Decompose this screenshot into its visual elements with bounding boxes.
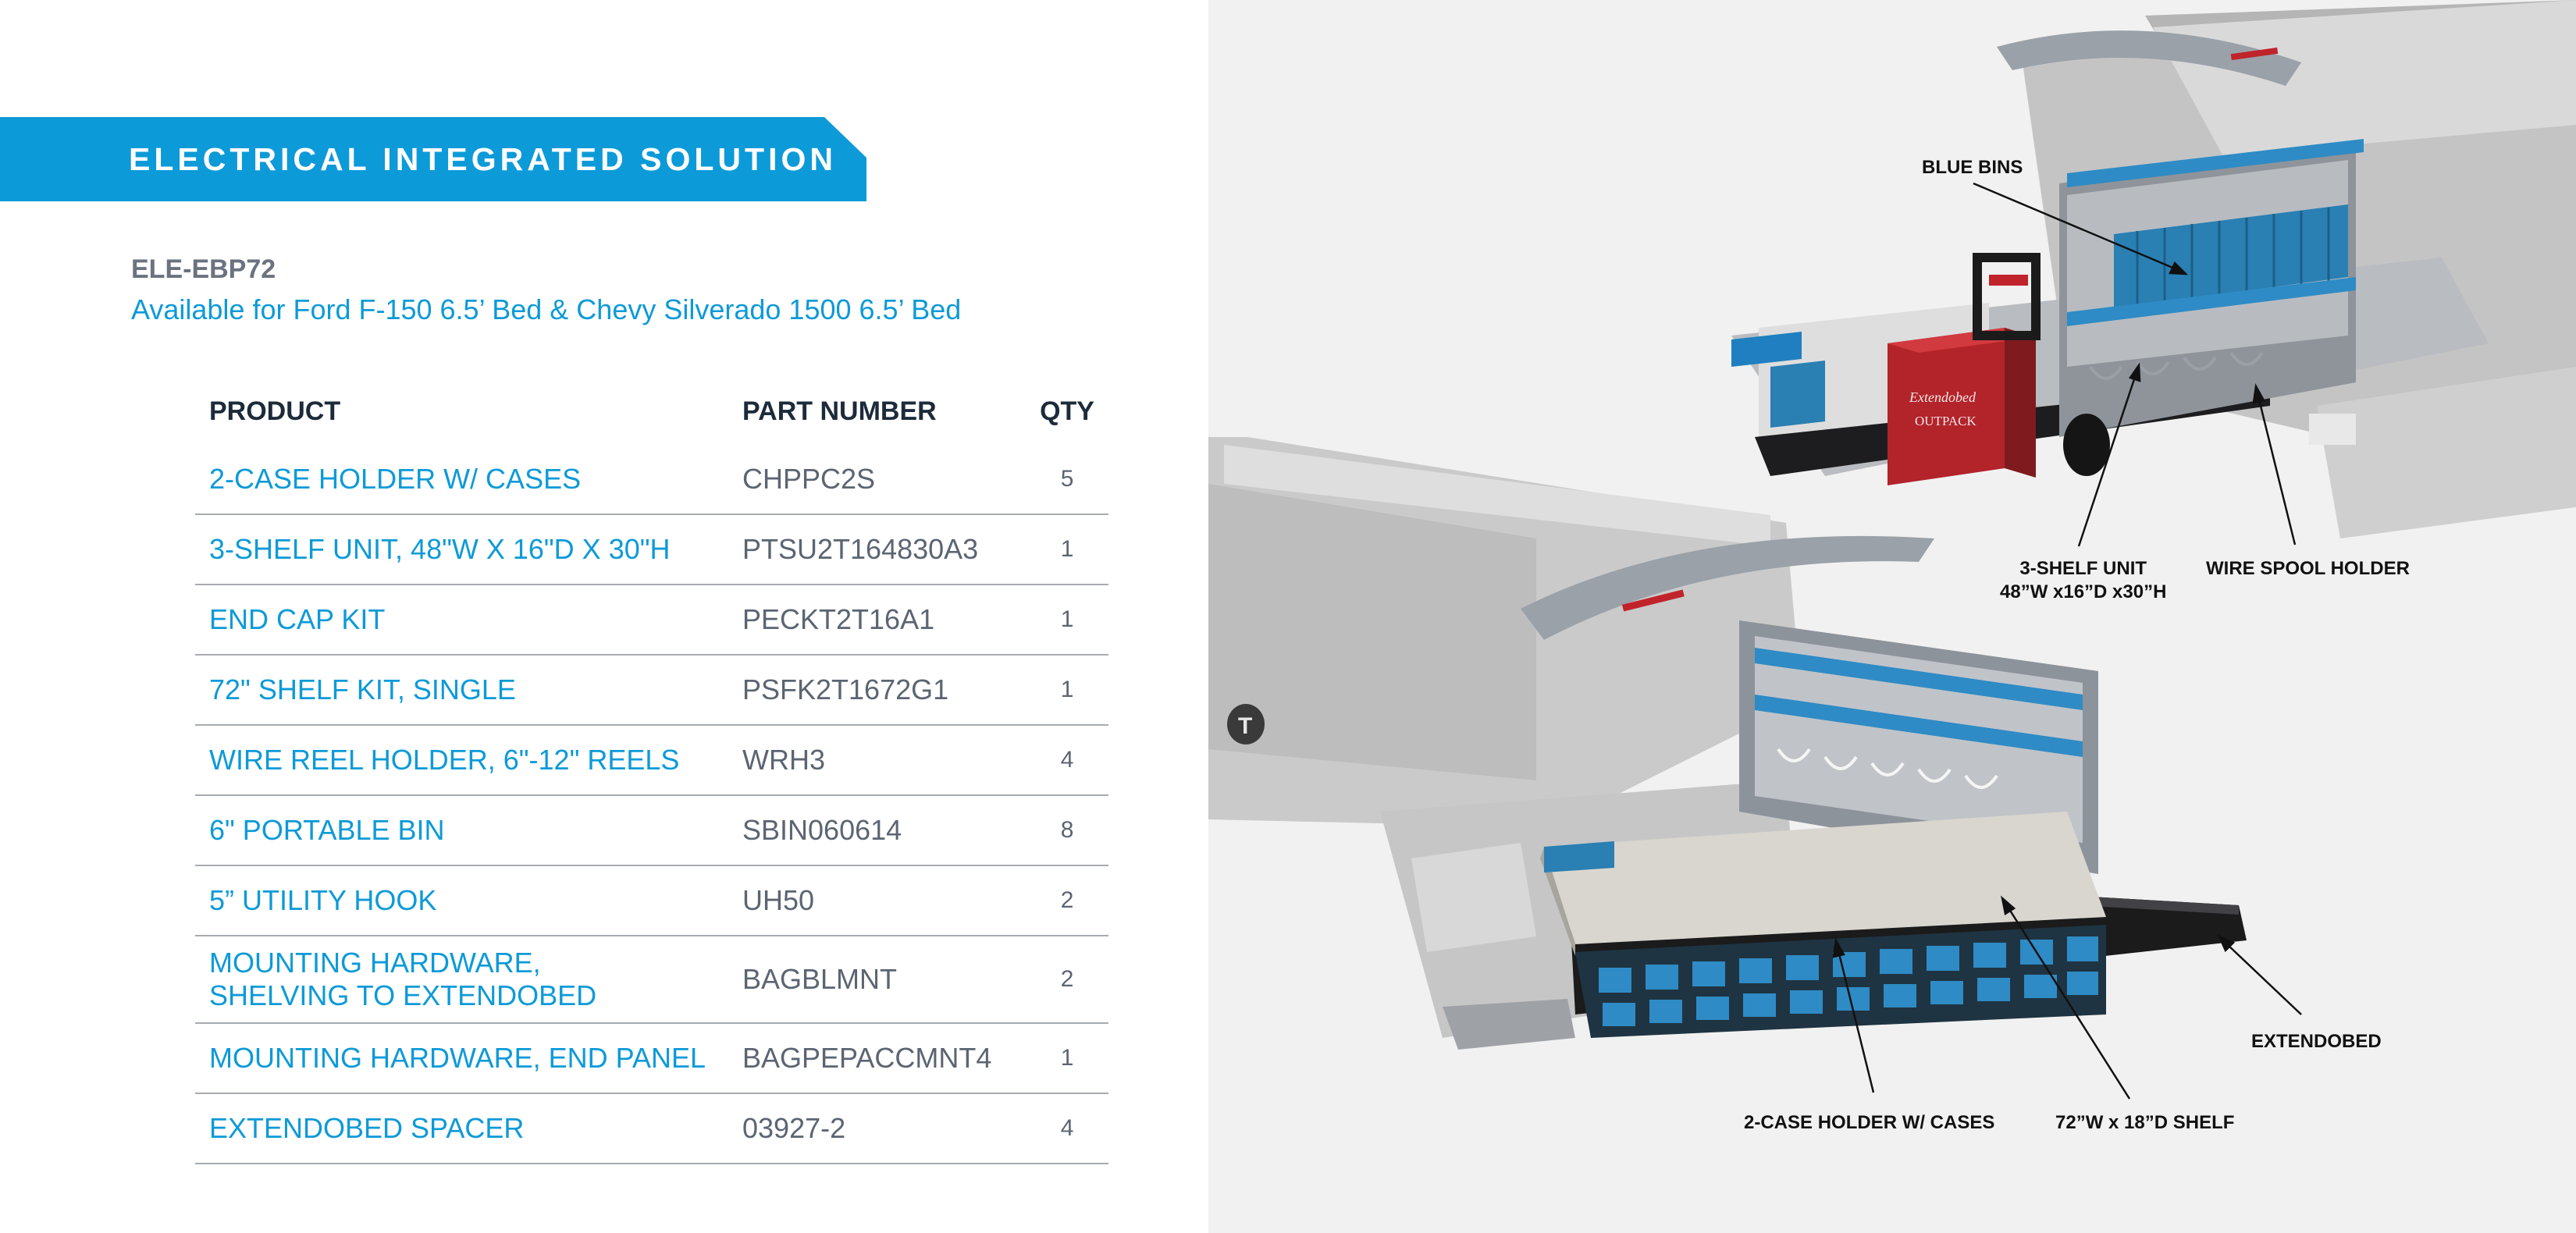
product-name: END CAP KIT xyxy=(209,603,386,635)
product-name-line-2: SHELVING TO EXTENDOBED xyxy=(209,979,597,1011)
case-model-text: OUTPACK xyxy=(1915,414,1976,428)
callout-72-shelf: 72”W x 18”D SHELF xyxy=(2055,1112,2235,1133)
part-number-cell: 03927-2 xyxy=(728,1093,1026,1164)
column-header-part-number: PART NUMBER xyxy=(742,396,937,426)
product-cell: 2-CASE HOLDER W/ CASES xyxy=(195,445,728,515)
part-number-cell: PECKT2T16A1 xyxy=(728,585,1026,656)
qty-cell: 4 xyxy=(1026,725,1108,796)
part-number-cell: PTSU2T164830A3 xyxy=(728,514,1026,585)
product-name: EXTENDOBED SPACER xyxy=(209,1112,525,1144)
product-cell: EXTENDOBED SPACER xyxy=(195,1093,728,1164)
product-name-line-1: MOUNTING HARDWARE, xyxy=(209,947,541,979)
part-number-cell: CHPPC2S xyxy=(728,445,1026,515)
truck-illustration-panel: Extendobed OUTPACK T BLUE BINS 3-SHELF U… xyxy=(1208,0,2576,1233)
qty-cell: 2 xyxy=(1026,936,1108,1024)
part-number-cell: PSFK2T1672G1 xyxy=(728,655,1026,726)
table-row: MOUNTING HARDWARE, END PANEL BAGPEPACCMN… xyxy=(195,1023,1108,1094)
product-name: 3-SHELF UNIT, 48"W X 16"D X 30"H xyxy=(209,533,671,565)
product-name: WIRE REEL HOLDER, 6"-12" REELS xyxy=(209,744,680,776)
qty-cell: 2 xyxy=(1026,865,1108,936)
table-row: 3-SHELF UNIT, 48"W X 16"D X 30"H PTSU2T1… xyxy=(195,514,1108,585)
qty-cell: 1 xyxy=(1026,655,1108,726)
case-brand-text: Extendobed xyxy=(1909,389,1976,405)
table-row: 6" PORTABLE BIN SBIN060614 8 xyxy=(195,795,1108,866)
table-row: MOUNTING HARDWARE, SHELVING TO EXTENDOBE… xyxy=(195,936,1108,1024)
qty-cell: 1 xyxy=(1026,1023,1108,1094)
callout-2-case-holder: 2-CASE HOLDER W/ CASES xyxy=(1744,1112,1995,1133)
qty-cell: 1 xyxy=(1026,585,1108,656)
table-row: 72" SHELF KIT, SINGLE PSFK2T1672G1 1 xyxy=(195,655,1108,726)
model-code: ELE-EBP72 xyxy=(131,254,276,284)
product-cell: END CAP KIT xyxy=(195,585,728,656)
part-number-cell: WRH3 xyxy=(728,725,1026,796)
qty-cell: 1 xyxy=(1026,514,1108,585)
qty-cell: 4 xyxy=(1026,1093,1108,1164)
part-number-cell: SBIN060614 xyxy=(728,795,1026,866)
product-cell: MOUNTING HARDWARE, SHELVING TO EXTENDOBE… xyxy=(195,936,728,1024)
red-case xyxy=(1888,328,2005,485)
qty-cell: 8 xyxy=(1026,795,1108,866)
product-name: 72" SHELF KIT, SINGLE xyxy=(209,673,516,705)
table-row: EXTENDOBED SPACER 03927-2 4 xyxy=(195,1093,1108,1164)
callout-blue-bins: BLUE BINS xyxy=(1922,157,2023,178)
table-row: 2-CASE HOLDER W/ CASES CHPPC2S 5 xyxy=(195,445,1108,515)
product-cell: WIRE REEL HOLDER, 6"-12" REELS xyxy=(195,725,728,796)
product-cell: 3-SHELF UNIT, 48"W X 16"D X 30"H xyxy=(195,514,728,585)
product-cell: MOUNTING HARDWARE, END PANEL xyxy=(195,1023,728,1094)
table-row: END CAP KIT PECKT2T16A1 1 xyxy=(195,585,1108,656)
qty-cell: 5 xyxy=(1026,445,1108,515)
product-cell: 5” UTILITY HOOK xyxy=(195,865,728,936)
title-banner: ELECTRICAL INTEGRATED SOLUTION xyxy=(0,117,866,201)
column-header-qty: QTY xyxy=(1040,396,1094,426)
parts-table: PRODUCT PART NUMBER QTY 2-CASE HOLDER W/… xyxy=(195,378,1108,1164)
product-name: 5” UTILITY HOOK xyxy=(209,884,437,916)
callout-3-shelf-unit: 3-SHELF UNIT 48”W x16”D x30”H xyxy=(2000,558,2167,602)
part-number-cell: UH50 xyxy=(728,865,1026,936)
part-number-cell: BAGBLMNT xyxy=(728,936,1026,1024)
callout-extendobed: EXTENDOBED xyxy=(2251,1031,2382,1052)
column-header-product: PRODUCT xyxy=(209,396,341,426)
table-header-row: PRODUCT PART NUMBER QTY xyxy=(195,378,1108,445)
product-cell: 6" PORTABLE BIN xyxy=(195,795,728,866)
upper-truck: Extendobed OUTPACK xyxy=(1731,0,2576,538)
part-number-cell: BAGPEPACCMNT4 xyxy=(728,1023,1026,1094)
product-name: 6" PORTABLE BIN xyxy=(209,814,445,846)
product-info-panel: ELECTRICAL INTEGRATED SOLUTION ELE-EBP72… xyxy=(0,0,1208,1233)
lower-truck: T xyxy=(1208,437,2247,1050)
table-row: WIRE REEL HOLDER, 6"-12" REELS WRH3 4 xyxy=(195,725,1108,796)
svg-text:T: T xyxy=(1238,713,1252,739)
product-name: 2-CASE HOLDER W/ CASES xyxy=(209,463,582,495)
banner-title: ELECTRICAL INTEGRATED SOLUTION xyxy=(129,141,837,177)
product-name: MOUNTING HARDWARE, END PANEL xyxy=(209,1042,706,1074)
availability-note: Available for Ford F-150 6.5’ Bed & Chev… xyxy=(131,293,962,325)
callout-wire-spool-holder: WIRE SPOOL HOLDER xyxy=(2206,558,2410,579)
product-cell: 72" SHELF KIT, SINGLE xyxy=(195,655,728,726)
table-row: 5” UTILITY HOOK UH50 2 xyxy=(195,865,1108,936)
